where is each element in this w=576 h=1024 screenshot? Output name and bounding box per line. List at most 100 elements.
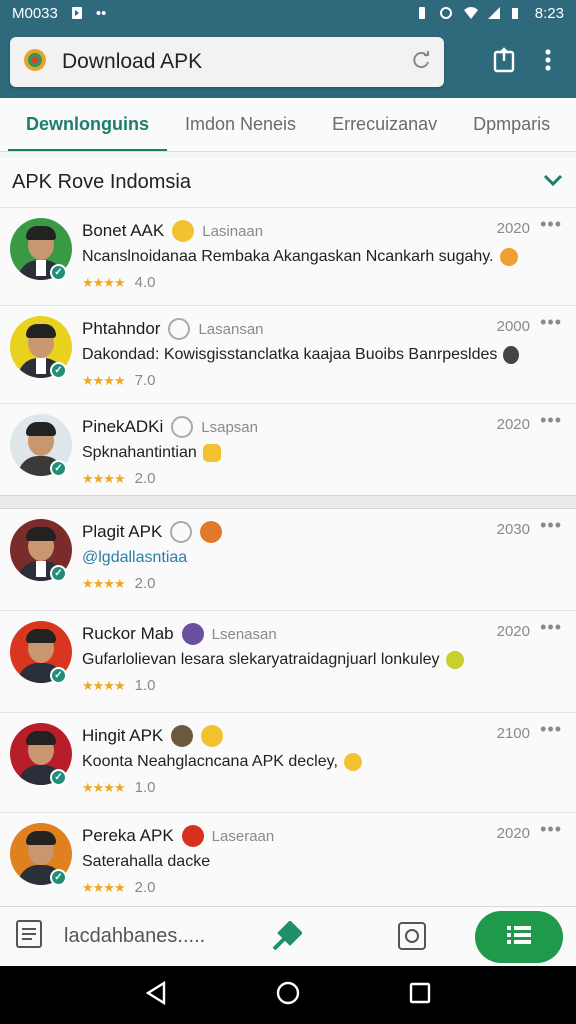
item-date: 2030: [496, 521, 530, 538]
emoji-icon: [445, 651, 464, 669]
home-icon[interactable]: [275, 980, 301, 1011]
back-icon[interactable]: [144, 980, 168, 1011]
app-logo-icon: [22, 47, 48, 78]
document-icon[interactable]: [14, 919, 44, 954]
verified-badge-icon: ✓: [50, 460, 67, 477]
tab-downloads[interactable]: Dewnlonguins: [0, 98, 167, 151]
item-menu-icon[interactable]: •••: [540, 819, 562, 840]
item-subtitle: Laseraan: [211, 827, 275, 845]
bottom-text[interactable]: lacdahbanes.....: [64, 925, 205, 948]
item-date: 2100: [496, 725, 530, 742]
status-bar: M0033 •• 8:23: [0, 0, 576, 26]
list-item[interactable]: ✓ Pereka APK Laseraan 2020 ••• Saterahal…: [0, 813, 576, 908]
item-subtitle: Lasinaan: [202, 222, 264, 240]
pin-icon[interactable]: [270, 920, 303, 958]
share-icon[interactable]: [492, 46, 516, 78]
item-menu-icon[interactable]: •••: [540, 719, 562, 740]
list-item[interactable]: ✓ Ruckor Mab Lsenasan 2020 ••• Gufarloli…: [0, 611, 576, 713]
list-item[interactable]: ✓ PinekADKi Lsapsan 2020 ••• Spknahantin…: [0, 404, 576, 502]
star-rating-icon: ★★★★: [82, 879, 126, 895]
item-rating: 2.0: [134, 470, 156, 487]
star-rating-icon: ★★★★: [82, 779, 126, 795]
item-date: 2020: [496, 623, 530, 640]
item-name: Ruckor Mab: [82, 624, 174, 643]
item-description: Saterahalla dacke: [82, 853, 211, 870]
item-rating: 1.0: [134, 677, 156, 694]
item-menu-icon[interactable]: •••: [540, 410, 562, 431]
item-rating: 1.0: [134, 779, 156, 796]
app-bar: Download APK: [0, 26, 576, 98]
app-list-group-2: ✓ Plagit APK 2030 ••• @lgdallasntiaa ★★★…: [0, 509, 576, 908]
vibrate-icon: [415, 6, 429, 20]
verified-badge-icon: ✓: [50, 869, 67, 886]
camera-icon[interactable]: [396, 920, 428, 957]
verified-badge-icon: ✓: [50, 769, 67, 786]
tab-5[interactable]: La: [568, 98, 576, 151]
item-date: 2020: [496, 416, 530, 433]
clock-text: 8:23: [534, 4, 564, 22]
section-header[interactable]: APK Rove Indomsia: [0, 158, 576, 208]
list-item[interactable]: ✓ Hingit APK 2100 ••• Koonta Neahglacnca…: [0, 713, 576, 813]
emoji-icon: [201, 725, 224, 747]
item-rating: 2.0: [134, 575, 156, 592]
app-list-group-1: ✓ Bonet AAK Lasinaan 2020 ••• Ncanslnoid…: [0, 208, 576, 502]
list-item[interactable]: ✓ Plagit APK 2030 ••• @lgdallasntiaa ★★★…: [0, 509, 576, 611]
emoji-icon: [200, 521, 223, 543]
refresh-icon[interactable]: [410, 49, 432, 76]
battery-icon: [511, 6, 525, 20]
item-menu-icon[interactable]: •••: [540, 214, 562, 235]
chevron-down-icon[interactable]: [542, 173, 564, 192]
person-icon: [503, 346, 520, 364]
item-rating: 4.0: [134, 274, 156, 291]
verified-badge-icon: ✓: [50, 362, 67, 379]
more-notifications-icon: ••: [95, 4, 107, 22]
item-name: Hingit APK: [82, 726, 164, 745]
item-menu-icon[interactable]: •••: [540, 515, 562, 536]
item-date: 2020: [496, 220, 530, 237]
badge-icon: [181, 623, 204, 645]
item-name: Plagit APK: [82, 522, 163, 541]
page-title: Download APK: [62, 50, 203, 73]
star-rating-icon: ★★★★: [82, 575, 126, 591]
verified-badge-icon: ✓: [50, 667, 67, 684]
comment-icon: [168, 318, 191, 340]
verified-badge-icon: ✓: [50, 264, 67, 281]
item-name: Bonet AAK: [82, 221, 165, 240]
tab-2[interactable]: Imdon Neneis: [167, 98, 314, 151]
verified-badge-icon: ✓: [50, 565, 67, 582]
section-title: APK Rove Indomsia: [12, 171, 191, 193]
item-description: Ncanslnoidanaa Rembaka Akangaskan Ncanka…: [82, 248, 494, 265]
item-name: PinekADKi: [82, 417, 164, 436]
emoji-icon: [499, 248, 518, 266]
alarm-icon: [439, 6, 453, 20]
item-description-link[interactable]: @lgdallasntiaa: [82, 549, 187, 567]
star-rating-icon: ★★★★: [82, 274, 126, 290]
item-name: Phtahndor: [82, 319, 161, 338]
tab-4[interactable]: Dpmparis: [455, 98, 568, 151]
item-date: 2000: [496, 318, 530, 335]
comment-icon: [170, 521, 193, 543]
more-vert-icon[interactable]: [544, 48, 552, 77]
recents-icon[interactable]: [408, 981, 432, 1010]
list-view-button[interactable]: [475, 911, 563, 963]
comment-icon: [171, 416, 194, 438]
item-description: Gufarlolievan lesara slekaryatraidagnjua…: [82, 651, 440, 668]
item-menu-icon[interactable]: •••: [540, 617, 562, 638]
item-description: Koonta Neahglacncana APK decley,: [82, 753, 338, 770]
item-date: 2020: [496, 825, 530, 842]
carrier-text: M0033: [12, 4, 58, 22]
item-menu-icon[interactable]: •••: [540, 312, 562, 333]
tab-3[interactable]: Errecuizanav: [314, 98, 455, 151]
list-item[interactable]: ✓ Phtahndor Lasansan 2000 ••• Dakondad: …: [0, 306, 576, 404]
star-rating-icon: ★★★★: [82, 470, 126, 486]
emoji-icon: [202, 444, 221, 462]
animal-icon: [171, 725, 194, 747]
item-name: Pereka APK: [82, 826, 174, 845]
star-rating-icon: ★★★★: [82, 677, 126, 693]
address-bar[interactable]: Download APK: [10, 37, 444, 87]
notification-icon: [70, 6, 84, 20]
bottom-bar: lacdahbanes.....: [0, 906, 576, 966]
list-icon: [505, 923, 533, 952]
list-item[interactable]: ✓ Bonet AAK Lasinaan 2020 ••• Ncanslnoid…: [0, 208, 576, 306]
item-rating: 7.0: [134, 372, 156, 389]
